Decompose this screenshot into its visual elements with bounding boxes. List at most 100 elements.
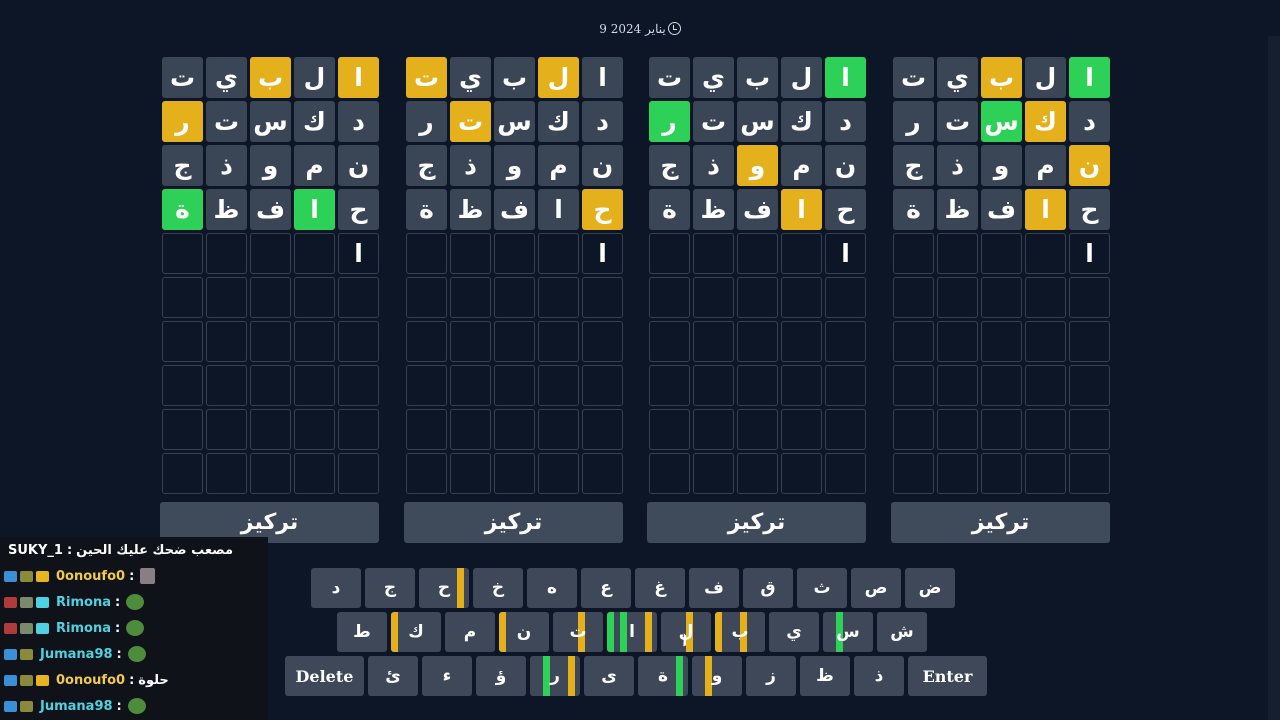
- key-letter[interactable]: ه: [527, 568, 577, 608]
- tile-empty: [781, 277, 822, 318]
- key-letter[interactable]: ح: [419, 568, 469, 608]
- key-letter[interactable]: ن: [499, 612, 549, 652]
- tile-green: ة: [162, 189, 203, 230]
- key-label: ة: [657, 666, 669, 686]
- tile-yellow: ر: [162, 101, 203, 142]
- chat-username[interactable]: 0onoufo0: [56, 673, 125, 688]
- key-letter[interactable]: ص: [851, 568, 901, 608]
- key-letter[interactable]: ب: [715, 612, 765, 652]
- tile-empty: [1025, 233, 1066, 274]
- tile-yellow: ن: [1069, 145, 1110, 186]
- chat-username[interactable]: Rimona: [56, 595, 111, 610]
- board-4[interactable]: ا ل ب ي ت د ك س ت ر ن م و ذ ج ح ا ف ظ ة ا تركيز: [891, 57, 1110, 543]
- key-letter[interactable]: ا: [607, 612, 657, 652]
- tile-typed: ا: [825, 233, 866, 274]
- focus-button[interactable]: تركيز: [404, 502, 623, 543]
- tile-empty: [937, 365, 978, 406]
- tile-empty: [649, 321, 690, 362]
- key-letter[interactable]: خ: [473, 568, 523, 608]
- tile-empty: [538, 233, 579, 274]
- key-letter[interactable]: ز: [746, 656, 796, 696]
- key-letter[interactable]: و: [692, 656, 742, 696]
- key-letter[interactable]: م: [445, 612, 495, 652]
- key-letter[interactable]: ف: [689, 568, 739, 608]
- tile-gray: ذ: [450, 145, 491, 186]
- board-2[interactable]: ا ل ب ي ت د ك س ت ر ن م و ذ ج ح ا ف ظ ة ا تركيز: [404, 57, 623, 543]
- chat-username[interactable]: Rimona: [56, 621, 111, 636]
- key-letter[interactable]: ي: [769, 612, 819, 652]
- tile-empty: [937, 321, 978, 362]
- tile-empty: [162, 277, 203, 318]
- key-letter[interactable]: ظ: [800, 656, 850, 696]
- key-letter[interactable]: ض: [905, 568, 955, 608]
- tile-gray: و: [981, 145, 1022, 186]
- tile-empty: [538, 365, 579, 406]
- key-letter[interactable]: ئ: [368, 656, 418, 696]
- key-letter[interactable]: ش: [877, 612, 927, 652]
- key-label: و: [711, 666, 723, 686]
- tile-empty: [494, 277, 535, 318]
- key-label: ر: [550, 666, 560, 686]
- key-label: ي: [786, 622, 802, 642]
- key-letter[interactable]: ء: [422, 656, 472, 696]
- key-letter[interactable]: ط: [337, 612, 387, 652]
- board-3[interactable]: ا ل ب ي ت د ك س ت ر ن م و ذ ج ح ا ف ظ ة ا تركيز: [647, 57, 866, 543]
- key-label: Delete: [295, 666, 354, 686]
- frog-emote-icon: [126, 594, 145, 610]
- tile-empty: [937, 409, 978, 450]
- key-letter[interactable]: ق: [743, 568, 793, 608]
- tile-empty: [737, 365, 778, 406]
- tile-gray: ف: [981, 189, 1022, 230]
- tile-gray: ت: [893, 57, 934, 98]
- key-label: ظ: [816, 666, 834, 686]
- chat-username[interactable]: Jumana98: [40, 699, 113, 714]
- tile-gray: ج: [893, 145, 934, 186]
- chat-separator: :: [114, 594, 121, 610]
- board-1[interactable]: ا ل ب ي ت د ك س ت ر ن م و ذ ج ح ا ف ظ ة ا تركيز: [160, 57, 379, 543]
- key-letter[interactable]: ع: [581, 568, 631, 608]
- tile-empty: [406, 409, 447, 450]
- tile-empty: [825, 365, 866, 406]
- tile-empty: [781, 233, 822, 274]
- tile-empty: [162, 365, 203, 406]
- tile-empty: [538, 277, 579, 318]
- key-letter[interactable]: غ: [635, 568, 685, 608]
- key-letter[interactable]: س: [823, 612, 873, 652]
- key-letter[interactable]: ك: [391, 612, 441, 652]
- tile-gray: ك: [538, 101, 579, 142]
- tile-gray: د: [825, 101, 866, 142]
- scrollbar[interactable]: [1268, 36, 1280, 720]
- key-label: ض: [918, 578, 942, 598]
- key-letter[interactable]: ل: [661, 612, 711, 652]
- tile-gray: و: [250, 145, 291, 186]
- tile-yellow: ب: [250, 57, 291, 98]
- tile-empty: [250, 365, 291, 406]
- tile-gray: ذ: [693, 145, 734, 186]
- focus-button[interactable]: تركيز: [891, 502, 1110, 543]
- tile-gray: ظ: [693, 189, 734, 230]
- tile-empty: [737, 453, 778, 494]
- delete-key[interactable]: Delete: [285, 656, 364, 696]
- chat-username[interactable]: 0onoufo0: [56, 569, 125, 584]
- tile-gray: ف: [737, 189, 778, 230]
- key-letter[interactable]: ؤ: [476, 656, 526, 696]
- key-letter[interactable]: ث: [797, 568, 847, 608]
- chat-message: 0onoufo0: حلوة: [0, 667, 268, 693]
- key-letter[interactable]: د: [311, 568, 361, 608]
- tile-gray: ظ: [937, 189, 978, 230]
- key-letter[interactable]: ج: [365, 568, 415, 608]
- key-letter[interactable]: ت: [553, 612, 603, 652]
- board-grid: البيتدكسترنموذجحافظةا: [891, 57, 1110, 494]
- key-label: ف: [704, 578, 724, 598]
- tile-empty: [737, 233, 778, 274]
- chat-username[interactable]: SUKY_1: [8, 543, 63, 558]
- tile-empty: [494, 233, 535, 274]
- focus-button[interactable]: تركيز: [647, 502, 866, 543]
- chat-username[interactable]: Jumana98: [40, 647, 113, 662]
- key-letter[interactable]: ة: [638, 656, 688, 696]
- key-letter[interactable]: ذ: [854, 656, 904, 696]
- tile-empty: [937, 453, 978, 494]
- key-letter[interactable]: ر: [530, 656, 580, 696]
- key-letter[interactable]: ى: [584, 656, 634, 696]
- enter-key[interactable]: Enter: [908, 656, 987, 696]
